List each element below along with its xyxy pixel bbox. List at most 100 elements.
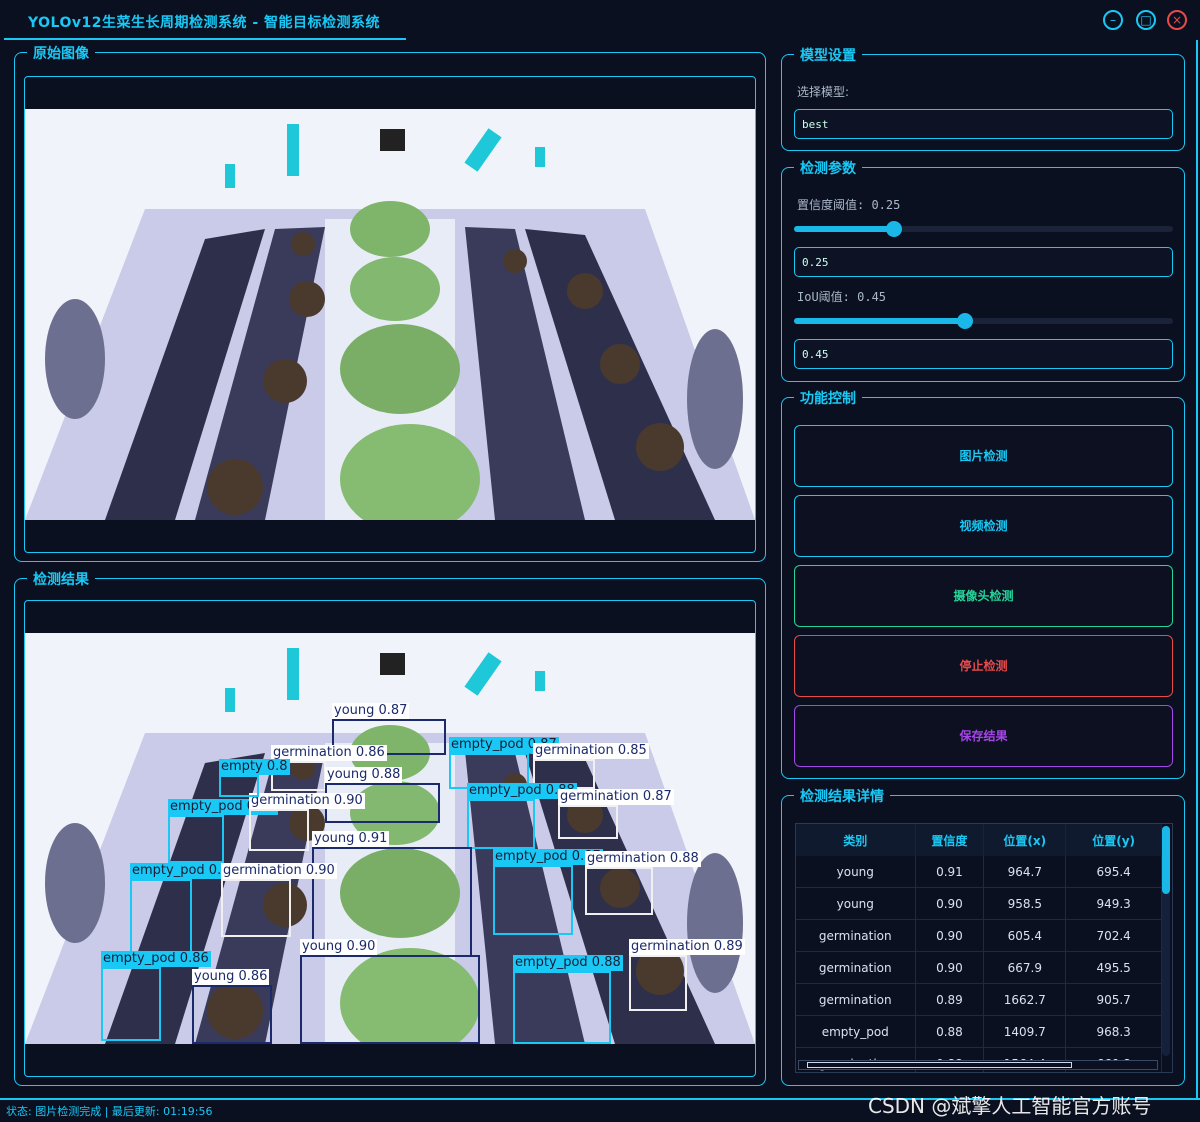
cell-class: empty_pod — [796, 1015, 916, 1048]
camera-detect-button[interactable]: 摄像头检测 — [794, 565, 1173, 627]
detection-box: empty_pod 0.86 — [101, 951, 211, 1041]
detection-label: empty 0.8 — [219, 759, 290, 775]
column-header-x[interactable]: 位置(x) — [983, 824, 1067, 856]
detection-label: young 0.87 — [332, 703, 410, 719]
iou-label: IoU阈值: 0.45 — [797, 290, 887, 304]
cell-class: young — [796, 887, 916, 920]
detection-box: germination 0.90 — [221, 863, 337, 937]
maximize-icon[interactable]: □ — [1136, 10, 1156, 30]
result-table: 类别 置信度 位置(x) 位置(y) young 0.91 964.7 695.4 y… — [796, 824, 1162, 1072]
table-row[interactable]: germination 0.90 667.9 495.5 — [796, 951, 1162, 984]
table-row[interactable]: empty_pod 0.88 1409.7 968.3 — [796, 1015, 1162, 1048]
cell-class: young — [796, 856, 916, 888]
vertical-scrollbar[interactable] — [1162, 826, 1170, 1056]
table-row[interactable]: young 0.91 964.7 695.4 — [796, 856, 1162, 888]
confidence-slider-fill — [794, 226, 894, 232]
cell-confidence: 0.88 — [915, 1015, 985, 1048]
detection-label: young 0.90 — [300, 939, 378, 955]
vertical-scrollbar-thumb[interactable] — [1162, 826, 1170, 894]
cell-x: 964.7 — [983, 856, 1067, 888]
confidence-slider-handle[interactable] — [886, 221, 902, 237]
video-detect-button[interactable]: 视频检测 — [794, 495, 1173, 557]
cell-x: 605.4 — [983, 919, 1067, 952]
detection-label: germination 0.89 — [629, 939, 745, 955]
model-settings-title: 模型设置 — [794, 45, 862, 65]
cell-class: germination — [796, 983, 916, 1016]
detection-label: germination 0.87 — [558, 789, 674, 805]
horizontal-scrollbar[interactable] — [798, 1060, 1158, 1070]
detection-box: germination 0.88 — [585, 851, 701, 915]
detection-result-title: 检测结果 — [27, 569, 95, 589]
image-detect-button[interactable]: 图片检测 — [794, 425, 1173, 487]
detection-params-title: 检测参数 — [794, 158, 862, 178]
column-header-y[interactable]: 位置(y) — [1065, 824, 1162, 856]
status-bar-text: 状态: 图片检测完成 | 最后更新: 01:19:56 — [6, 1105, 213, 1118]
stop-detect-button[interactable]: 停止检测 — [794, 635, 1173, 697]
cell-class: germination — [796, 919, 916, 952]
iou-input[interactable]: 0.45 — [794, 339, 1173, 369]
cell-confidence: 0.91 — [915, 856, 985, 888]
result-details-title: 检测结果详情 — [794, 786, 890, 806]
result-image: young 0.87 germination 0.86 young 0.88 e… — [25, 633, 755, 1044]
cell-y: 695.4 — [1065, 856, 1162, 888]
iou-slider[interactable] — [794, 313, 1173, 329]
title-underline — [4, 38, 406, 40]
table-row[interactable]: germination 0.89 1662.7 905.7 — [796, 983, 1162, 1016]
model-select[interactable]: best — [794, 109, 1173, 139]
cell-x: 1662.7 — [983, 983, 1067, 1016]
detection-label: germination 0.88 — [585, 851, 701, 867]
detection-label: young 0.88 — [325, 767, 403, 783]
detection-box: empty_pod 0.89 — [130, 863, 240, 961]
column-header-confidence[interactable]: 置信度 — [915, 824, 985, 856]
column-header-class[interactable]: 类别 — [796, 824, 916, 856]
cell-x: 958.5 — [983, 887, 1067, 920]
confidence-slider[interactable] — [794, 221, 1173, 237]
cell-x: 1409.7 — [983, 1015, 1067, 1048]
cell-confidence: 0.89 — [915, 983, 985, 1016]
original-image-frame — [24, 76, 756, 553]
window-title: YOLOv12生菜生长周期检测系统 - 智能目标检测系统 — [28, 15, 381, 31]
detection-label: germination 0.90 — [249, 793, 365, 809]
save-result-button[interactable]: 保存结果 — [794, 705, 1173, 767]
result-table-container: 类别 置信度 位置(x) 位置(y) young 0.91 964.7 695.4 y… — [795, 823, 1173, 1073]
table-header-row: 类别 置信度 位置(x) 位置(y) — [796, 824, 1162, 856]
table-row[interactable]: young 0.90 958.5 949.3 — [796, 887, 1162, 920]
detection-box: empty_pod 0.88 — [513, 955, 623, 1044]
horizontal-scrollbar-thumb[interactable] — [807, 1062, 1072, 1068]
cell-y: 702.4 — [1065, 919, 1162, 952]
detection-box: young 0.90 — [300, 939, 480, 1044]
lettuce-tray-image — [25, 109, 755, 520]
cell-y: 495.5 — [1065, 951, 1162, 984]
cell-x: 667.9 — [983, 951, 1067, 984]
detection-label: empty_pod 0.86 — [101, 951, 211, 967]
detection-box: empty 0.8 — [219, 759, 290, 797]
original-image-title: 原始图像 — [27, 43, 95, 63]
detection-box: empty_pod 0.87 — [493, 849, 603, 935]
iou-slider-fill — [794, 318, 965, 324]
confidence-input[interactable]: 0.25 — [794, 247, 1173, 277]
detection-box: germination 0.87 — [558, 789, 674, 839]
detection-label: empty_pod 0.88 — [513, 955, 623, 971]
iou-slider-handle[interactable] — [957, 313, 973, 329]
function-control-title: 功能控制 — [794, 388, 862, 408]
watermark: CSDN @斌擎人工智能官方账号 — [868, 1094, 1152, 1118]
detection-label: germination 0.90 — [221, 863, 337, 879]
title-bar: YOLOv12生菜生长周期检测系统 - 智能目标检测系统 – □ × — [0, 0, 1200, 40]
detection-label: young 0.91 — [312, 831, 390, 847]
cell-confidence: 0.90 — [915, 919, 985, 952]
detection-box: germination 0.90 — [249, 793, 365, 851]
cell-confidence: 0.90 — [915, 887, 985, 920]
cell-y: 949.3 — [1065, 887, 1162, 920]
result-image-frame: young 0.87 germination 0.86 young 0.88 e… — [24, 600, 756, 1077]
cell-y: 968.3 — [1065, 1015, 1162, 1048]
detection-box: empty_pod 0.86 — [168, 799, 278, 863]
cell-confidence: 0.90 — [915, 951, 985, 984]
detection-box: young 0.86 — [192, 969, 272, 1044]
detection-label: young 0.86 — [192, 969, 270, 985]
right-border — [1196, 40, 1198, 1100]
close-icon[interactable]: × — [1167, 10, 1187, 30]
detection-box: germination 0.89 — [629, 939, 745, 1011]
table-row[interactable]: germination 0.90 605.4 702.4 — [796, 919, 1162, 952]
detection-label: germination 0.85 — [533, 743, 649, 759]
minimize-icon[interactable]: – — [1103, 10, 1123, 30]
